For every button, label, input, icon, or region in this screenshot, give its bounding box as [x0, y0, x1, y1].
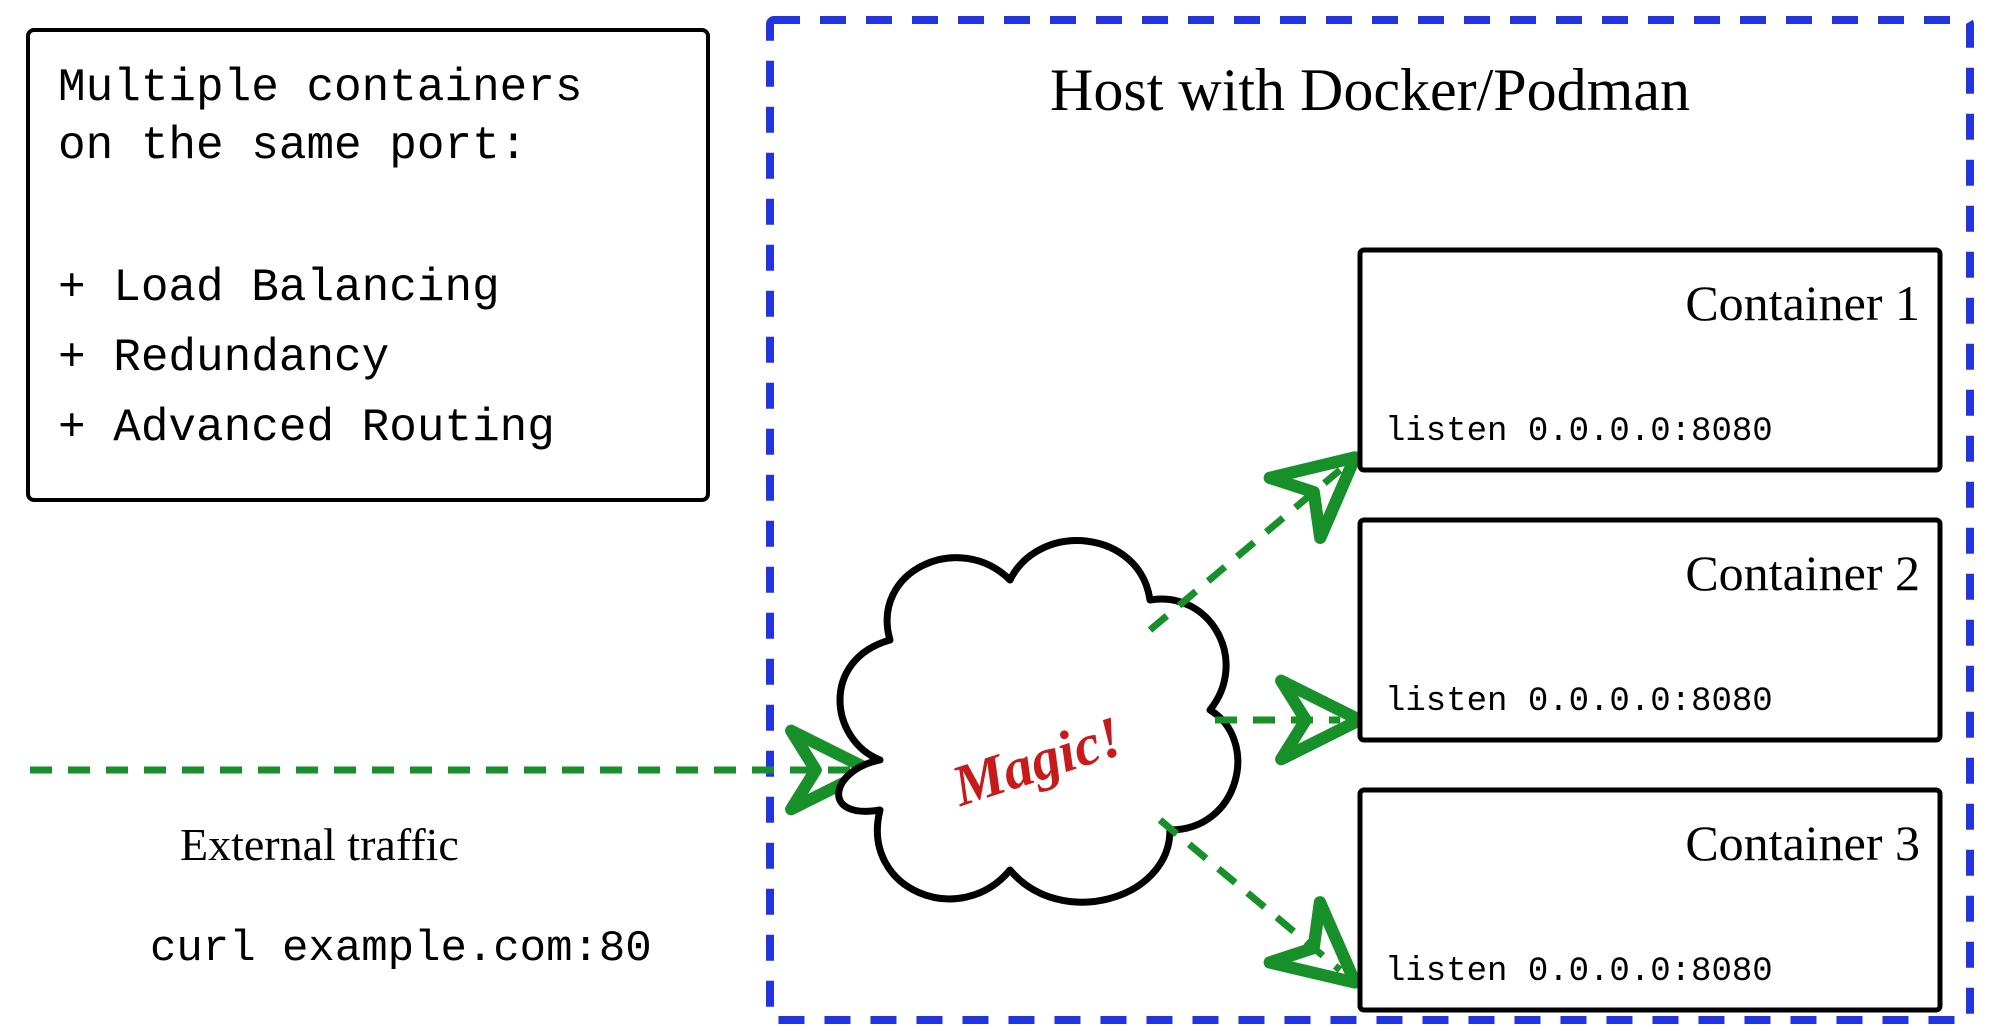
external-traffic-label: External traffic — [180, 819, 459, 870]
benefits-bullet-2: + Redundancy — [58, 332, 389, 384]
benefits-box: Multiple containers on the same port: + … — [28, 30, 708, 500]
arrow-to-container-3 — [1160, 820, 1340, 970]
benefits-bullet-1: + Load Balancing — [58, 262, 500, 314]
benefits-heading-line-1: Multiple containers — [58, 62, 583, 114]
diagram-canvas: Multiple containers on the same port: + … — [0, 0, 2000, 1031]
benefits-bullet-3: + Advanced Routing — [58, 402, 555, 454]
magic-cloud: Magic! — [839, 541, 1238, 903]
benefits-heading-line-2: on the same port: — [58, 120, 527, 172]
container-2-title: Container 2 — [1685, 545, 1920, 601]
container-3-listen: listen 0.0.0.0:8080 — [1385, 953, 1773, 991]
host-title: Host with Docker/Podman — [1050, 57, 1690, 123]
container-1-box: Container 1 listen 0.0.0.0:8080 — [1360, 250, 1940, 470]
container-1-title: Container 1 — [1685, 275, 1920, 331]
external-traffic-command: curl example.com:80 — [150, 924, 652, 974]
container-1-listen: listen 0.0.0.0:8080 — [1385, 413, 1773, 451]
container-2-listen: listen 0.0.0.0:8080 — [1385, 683, 1773, 721]
container-3-box: Container 3 listen 0.0.0.0:8080 — [1360, 790, 1940, 1010]
container-2-box: Container 2 listen 0.0.0.0:8080 — [1360, 520, 1940, 740]
container-3-title: Container 3 — [1685, 815, 1920, 871]
